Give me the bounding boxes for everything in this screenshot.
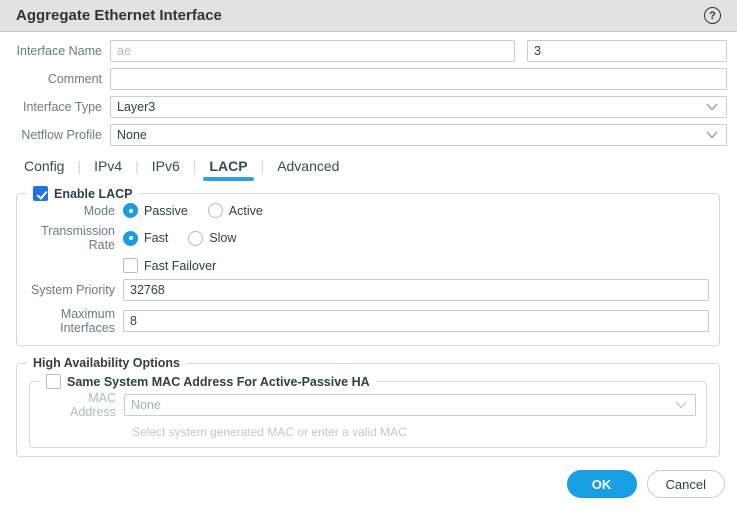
chevron-down-icon xyxy=(706,103,718,111)
interface-type-row: Interface Type Layer3 xyxy=(0,96,727,118)
netflow-profile-label: Netflow Profile xyxy=(21,128,102,142)
mac-address-hint: Select system generated MAC or enter a v… xyxy=(132,425,407,439)
tab-bar: Config IPv4 IPv6 LACP Advanced xyxy=(18,156,727,181)
dialog-titlebar: Aggregate Ethernet Interface ? xyxy=(0,0,737,32)
help-icon[interactable]: ? xyxy=(704,7,721,24)
high-availability-legend: High Availability Options xyxy=(27,356,186,370)
mac-address-value: None xyxy=(131,398,161,412)
enable-lacp-legend: Enable LACP xyxy=(27,186,139,201)
maximum-interfaces-input[interactable] xyxy=(123,310,709,332)
interface-type-value: Layer3 xyxy=(117,100,156,114)
netflow-profile-value: None xyxy=(117,128,147,142)
mode-option-passive-label[interactable]: Passive xyxy=(144,204,188,218)
tab-separator xyxy=(193,158,197,174)
mode-option-active-label[interactable]: Active xyxy=(229,204,263,218)
transmission-rate-radio-fast[interactable] xyxy=(123,230,138,246)
transmission-rate-radio-slow[interactable] xyxy=(188,230,204,246)
chevron-down-icon xyxy=(675,401,687,409)
tab-ipv6[interactable]: IPv6 xyxy=(146,156,186,176)
fast-failover-checkbox[interactable] xyxy=(123,258,138,273)
tab-advanced[interactable]: Advanced xyxy=(271,156,345,176)
mode-row: Mode Passive Active xyxy=(27,203,709,218)
enable-lacp-checkbox[interactable] xyxy=(33,186,48,201)
same-system-mac-checkbox[interactable] xyxy=(46,374,61,389)
same-system-mac-legend: Same System MAC Address For Active-Passi… xyxy=(40,374,376,389)
system-priority-input[interactable] xyxy=(123,279,709,301)
comment-label: Comment xyxy=(47,72,102,86)
transmission-rate-option-fast-label[interactable]: Fast xyxy=(144,231,168,245)
tab-separator xyxy=(261,158,265,174)
ok-button[interactable]: OK xyxy=(566,470,637,498)
interface-type-select[interactable]: Layer3 xyxy=(110,96,727,118)
mode-radio-passive[interactable] xyxy=(123,203,138,218)
dialog-body: Interface Name Comment Interface Type La… xyxy=(0,32,737,457)
enable-lacp-label[interactable]: Enable LACP xyxy=(54,187,133,201)
dialog-footer: OK Cancel xyxy=(566,470,725,498)
same-system-mac-label[interactable]: Same System MAC Address For Active-Passi… xyxy=(67,375,370,389)
netflow-profile-select[interactable]: None xyxy=(110,124,727,146)
fast-failover-row: Fast Failover xyxy=(27,258,709,273)
tab-ipv4[interactable]: IPv4 xyxy=(88,156,128,176)
transmission-rate-label: Transmission Rate xyxy=(41,224,115,252)
cancel-button[interactable]: Cancel xyxy=(646,470,725,498)
same-system-mac-fieldset: Same System MAC Address For Active-Passi… xyxy=(29,374,707,448)
tab-config[interactable]: Config xyxy=(18,156,70,176)
fast-failover-label[interactable]: Fast Failover xyxy=(144,259,216,273)
netflow-profile-row: Netflow Profile None xyxy=(0,124,727,146)
maximum-interfaces-label: Maximum Interfaces xyxy=(60,307,115,335)
transmission-rate-option-slow-label[interactable]: Slow xyxy=(209,231,236,245)
interface-number-input[interactable] xyxy=(527,40,727,62)
high-availability-label: High Availability Options xyxy=(33,356,181,370)
tab-separator xyxy=(135,158,139,174)
interface-name-input[interactable] xyxy=(110,40,515,62)
chevron-down-icon xyxy=(706,131,718,139)
maximum-interfaces-row: Maximum Interfaces xyxy=(27,307,709,335)
mac-address-select[interactable]: None xyxy=(124,394,696,416)
tab-lacp[interactable]: LACP xyxy=(203,156,254,181)
system-priority-label: System Priority xyxy=(30,283,115,297)
mode-radio-active[interactable] xyxy=(207,203,223,218)
comment-row: Comment xyxy=(0,68,727,90)
interface-name-row: Interface Name xyxy=(0,40,727,62)
high-availability-fieldset: High Availability Options Same System MA… xyxy=(16,356,720,457)
dialog-title: Aggregate Ethernet Interface xyxy=(16,7,222,24)
mac-address-row: MAC Address None xyxy=(40,391,696,419)
system-priority-row: System Priority xyxy=(27,279,709,301)
mac-address-label: MAC Address xyxy=(70,391,116,419)
tab-separator xyxy=(77,158,81,174)
transmission-rate-row: Transmission Rate Fast Slow xyxy=(27,224,709,252)
interface-name-label: Interface Name xyxy=(16,44,102,58)
interface-type-label: Interface Type xyxy=(23,100,102,114)
comment-input[interactable] xyxy=(110,68,727,90)
mode-label: Mode xyxy=(83,203,115,218)
enable-lacp-fieldset: Enable LACP Mode Passive Active Transmis… xyxy=(16,186,720,346)
